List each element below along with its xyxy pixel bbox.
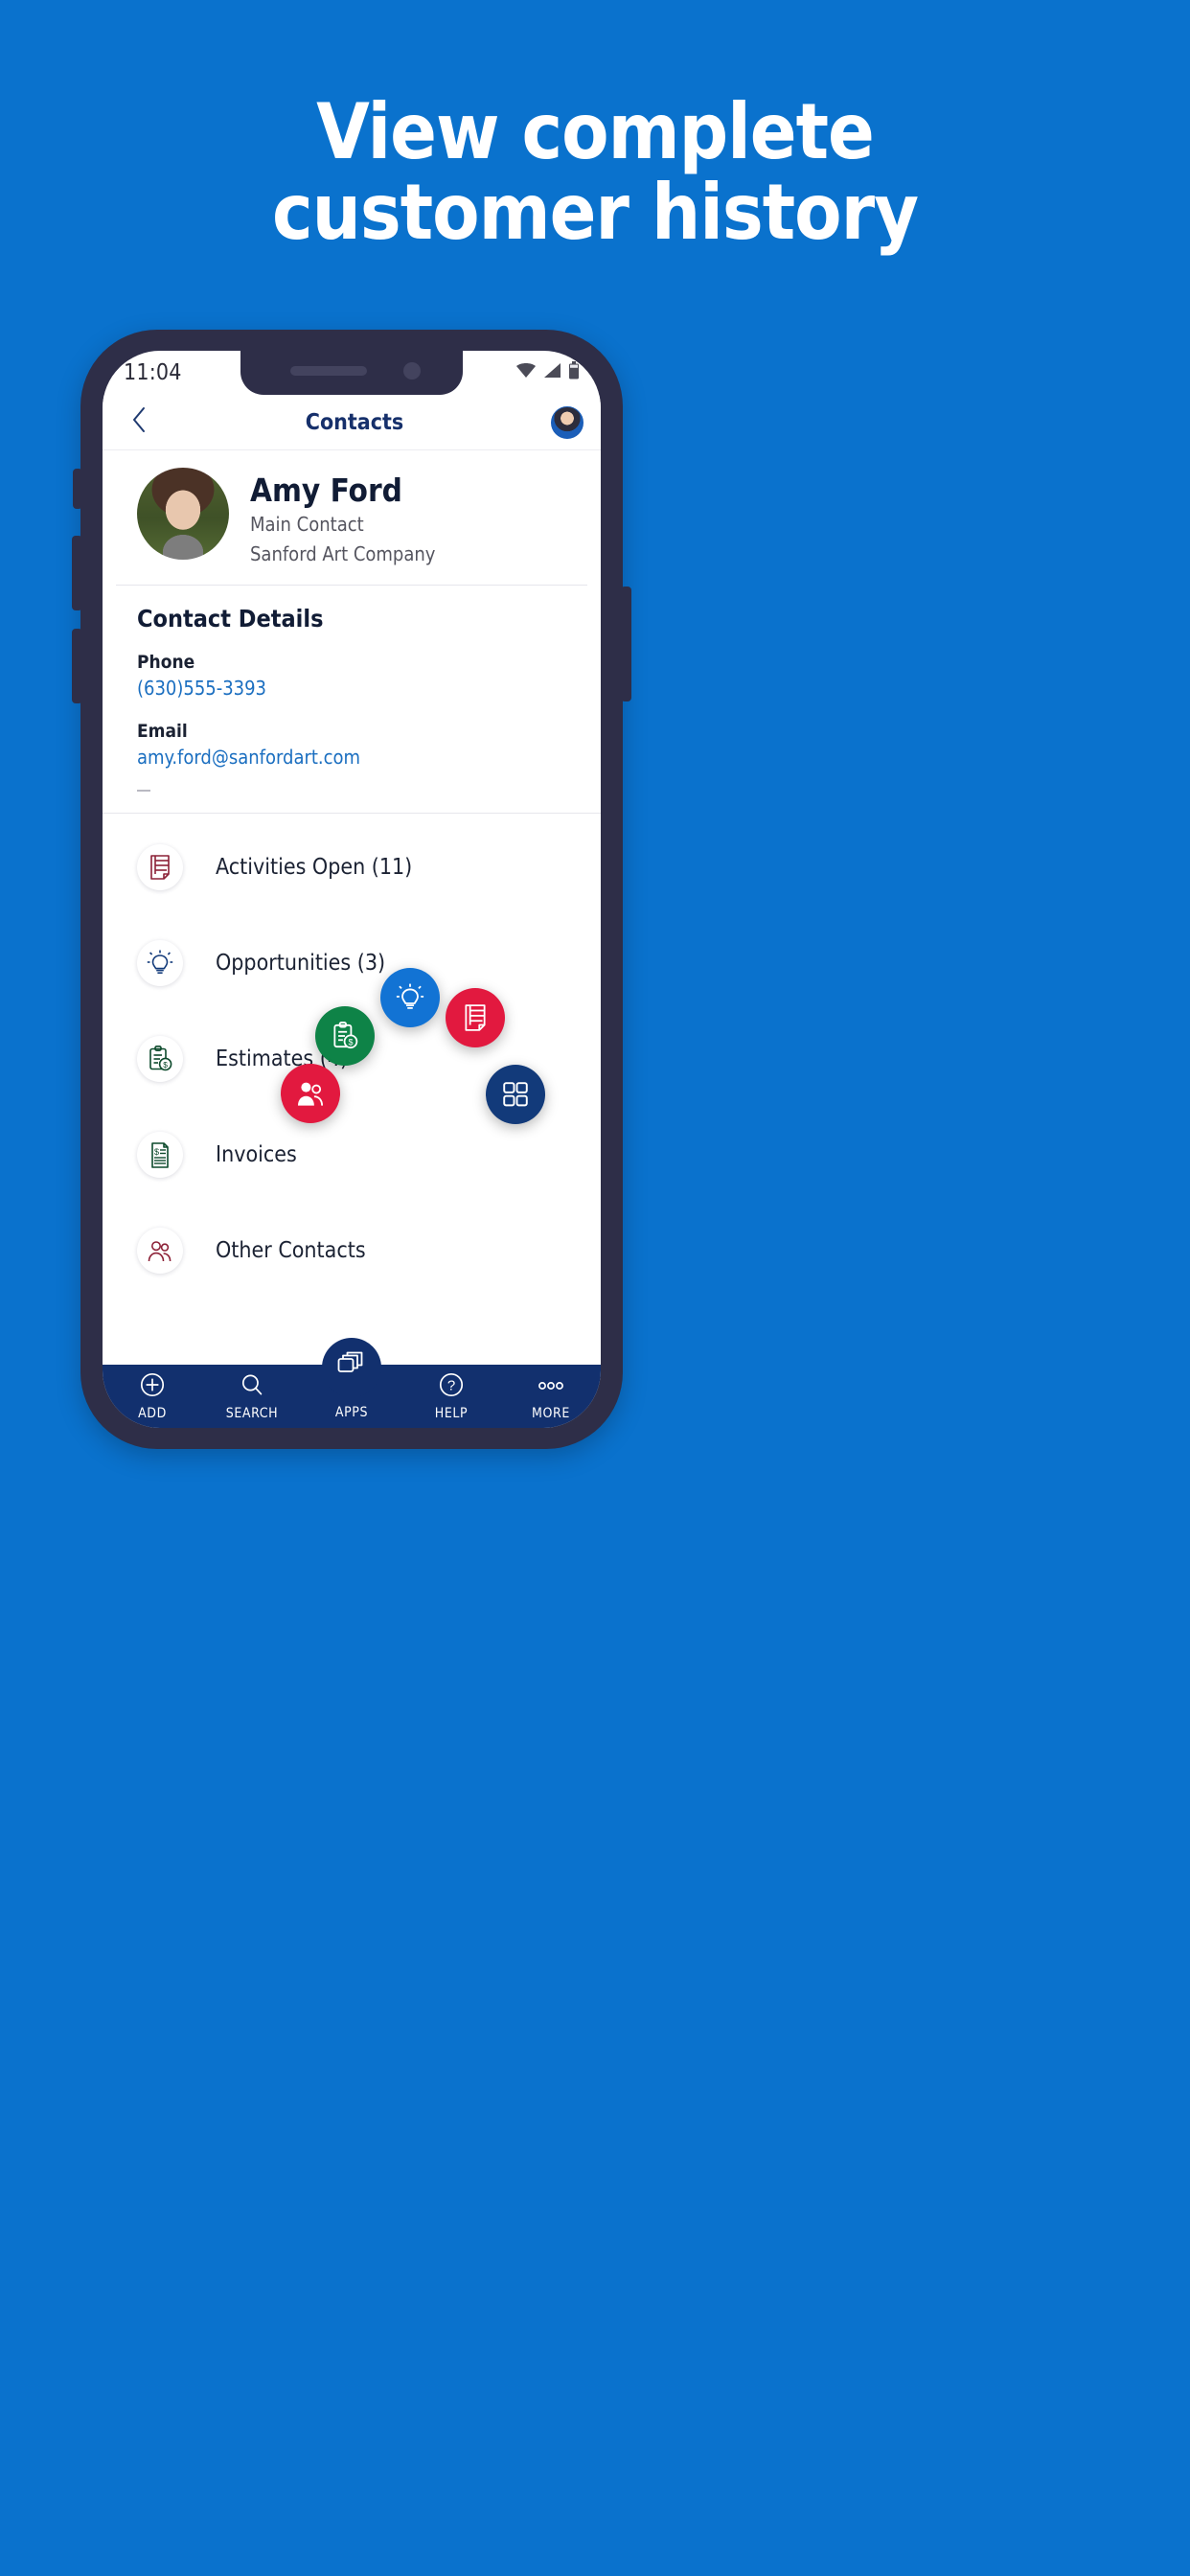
list-item-label: Invoices [216,1142,297,1167]
bottom-nav-apps-label: APPS [334,1405,369,1420]
phone-power-button [621,586,631,702]
people-icon [137,1228,183,1274]
bottom-nav-search[interactable]: SEARCH [202,1371,302,1421]
list-item[interactable]: Activities Open (11) [103,819,601,915]
lightbulb-icon [137,940,183,986]
phone-mockup: 11:04 Contacts Amy Ford Main Contact San… [72,330,631,1449]
back-button[interactable] [120,406,158,438]
page-title: Contacts [305,409,404,435]
bottom-nav-apps[interactable] [322,1338,381,1397]
floating-bubble-apps[interactable] [486,1065,545,1124]
list-item[interactable]: Other Contacts [103,1203,601,1299]
contact-details-title: Contact Details [137,605,324,632]
contact-header-text: Amy Ford Main Contact Sanford Art Compan… [229,468,435,569]
notepad-icon [137,844,183,890]
phone-screen: 11:04 Contacts Amy Ford Main Contact San… [103,351,601,1428]
status-bar-time: 11:04 [124,360,182,385]
contact-role: Main Contact [250,513,364,536]
user-avatar-icon[interactable] [551,405,584,439]
bottom-nav-more-label: MORE [532,1406,570,1421]
email-field-label: Email [137,721,188,742]
signal-icon [543,362,561,383]
plus-circle-icon [139,1371,166,1403]
contact-photo [137,468,229,560]
bottom-nav-add[interactable]: ADD [103,1371,202,1421]
phone-notch [240,351,463,395]
bottom-nav-add-label: ADD [138,1406,167,1421]
list-item-label: Activities Open (11) [216,855,413,880]
clipboard-dollar-icon: $ [137,1036,183,1082]
headline-line-1: View complete [316,87,875,176]
bottom-nav-help[interactable]: ? HELP [401,1371,501,1421]
invoice-icon: $ [137,1132,183,1178]
phone-mute-button [73,469,82,509]
wifi-icon [515,362,537,383]
svg-text:$: $ [348,1038,353,1047]
list-item-label: Opportunities (3) [216,951,386,976]
status-bar-icons [515,361,580,384]
list-item[interactable]: Opportunities (3) [103,915,601,1011]
email-field-value[interactable]: amy.ford@sanfordart.com [137,746,566,769]
phone-volume-up-button [72,536,82,610]
bottom-nav-search-label: SEARCH [225,1406,279,1421]
contact-detail-scroll[interactable]: Amy Ford Main Contact Sanford Art Compan… [103,450,601,1365]
app-navigation-bar: Contacts [103,395,601,450]
floating-bubble-activities[interactable] [446,988,505,1047]
contact-header: Amy Ford Main Contact Sanford Art Compan… [116,450,587,586]
svg-text:?: ? [447,1377,455,1393]
ellipsis-icon [535,1371,567,1403]
phone-field-label: Phone [137,652,195,673]
front-camera-icon [403,362,421,380]
promo-headline: View complete customer history [0,92,1190,253]
earpiece-speaker [290,366,367,376]
bottom-nav-help-label: HELP [434,1406,469,1421]
truncated-field-placeholder [137,790,150,792]
floating-bubble-contacts[interactable] [281,1064,340,1123]
search-icon [239,1371,265,1403]
svg-text:$: $ [154,1147,159,1157]
floating-bubble-estimates[interactable]: $ [315,1006,375,1066]
contact-name: Amy Ford [250,472,402,509]
svg-text:$: $ [163,1060,168,1070]
question-circle-icon: ? [438,1371,465,1403]
phone-volume-down-button [72,629,82,703]
floating-bubble-opportunities[interactable] [380,968,440,1027]
apps-stack-icon [336,1351,367,1385]
contact-details-section: Contact Details Phone (630)555-3393 Emai… [103,586,601,814]
bottom-nav-more[interactable]: MORE [501,1371,601,1421]
list-item-label: Other Contacts [216,1238,366,1263]
contact-company: Sanford Art Company [250,542,436,565]
battery-icon [568,361,580,384]
phone-field-value[interactable]: (630)555-3393 [137,677,566,700]
chevron-left-icon [131,406,147,438]
headline-line-2: customer history [271,168,919,257]
